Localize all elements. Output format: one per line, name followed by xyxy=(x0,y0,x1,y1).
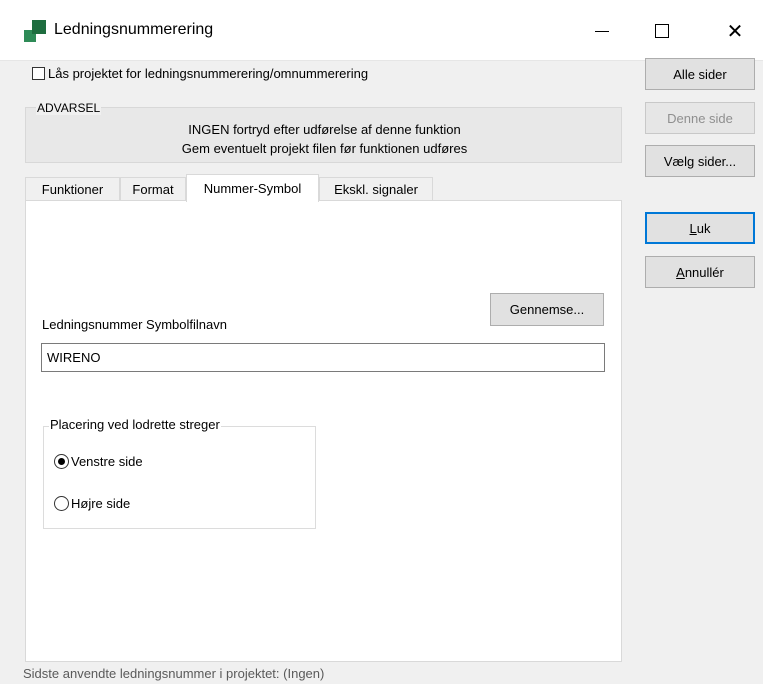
close-dialog-button[interactable]: Luk xyxy=(645,212,755,244)
maximize-icon xyxy=(655,24,669,38)
radio-left-side-label: Venstre side xyxy=(71,454,143,469)
symbol-filename-label: Ledningsnummer Symbolfilnavn xyxy=(42,317,227,332)
lock-project-row[interactable]: Lås projektet for ledningsnummerering/om… xyxy=(32,66,368,81)
app-icon xyxy=(24,20,46,42)
tab-panel: Gennemse... Ledningsnummer Symbolfilnavn… xyxy=(25,200,622,662)
close-button[interactable]: ✕ xyxy=(718,14,752,48)
close-dialog-label: uk xyxy=(696,220,711,236)
placement-group-legend: Placering ved lodrette streger xyxy=(49,417,221,432)
radio-left-side[interactable] xyxy=(54,454,69,469)
warning-legend: ADVARSEL xyxy=(36,101,102,115)
placement-group xyxy=(43,426,316,529)
symbol-filename-input[interactable]: WIRENO xyxy=(41,343,605,372)
radio-right-side[interactable] xyxy=(54,496,69,511)
warning-line-2: Gem eventuelt projekt filen før funktion… xyxy=(181,141,468,156)
status-text: Sidste anvendte ledningsnummer i projekt… xyxy=(23,666,325,681)
tab-funktioner[interactable]: Funktioner xyxy=(25,177,120,201)
maximize-button[interactable] xyxy=(645,14,679,48)
warning-line-1: INGEN fortryd efter udførelse af denne f… xyxy=(188,122,461,137)
minimize-icon xyxy=(595,30,609,32)
lock-project-checkbox[interactable] xyxy=(32,67,45,80)
close-icon: ✕ xyxy=(726,20,744,43)
radio-left-side-row[interactable]: Venstre side xyxy=(54,454,143,469)
tab-format[interactable]: Format xyxy=(120,177,186,201)
all-pages-button[interactable]: Alle sider xyxy=(645,58,755,90)
radio-right-side-row[interactable]: Højre side xyxy=(54,496,130,511)
warning-box: INGEN fortryd efter udførelse af denne f… xyxy=(25,107,622,163)
select-pages-button[interactable]: Vælg sider... xyxy=(645,145,755,177)
this-page-button[interactable]: Denne side xyxy=(645,102,755,134)
cancel-mnemonic: A xyxy=(676,264,685,280)
title-bar: Ledningsnummerering ✕ xyxy=(0,0,763,61)
window-title: Ledningsnummerering xyxy=(54,21,214,38)
cancel-button[interactable]: Annullér xyxy=(645,256,755,288)
tab-nummer-symbol[interactable]: Nummer-Symbol xyxy=(186,174,319,202)
browse-button[interactable]: Gennemse... xyxy=(490,293,604,326)
lock-project-label: Lås projektet for ledningsnummerering/om… xyxy=(48,66,369,81)
tab-ekskl-signaler[interactable]: Ekskl. signaler xyxy=(319,177,433,201)
minimize-button[interactable] xyxy=(585,14,619,48)
close-dialog-mnemonic: L xyxy=(689,220,697,236)
cancel-label: nnullér xyxy=(684,264,724,280)
radio-right-side-label: Højre side xyxy=(71,496,131,511)
